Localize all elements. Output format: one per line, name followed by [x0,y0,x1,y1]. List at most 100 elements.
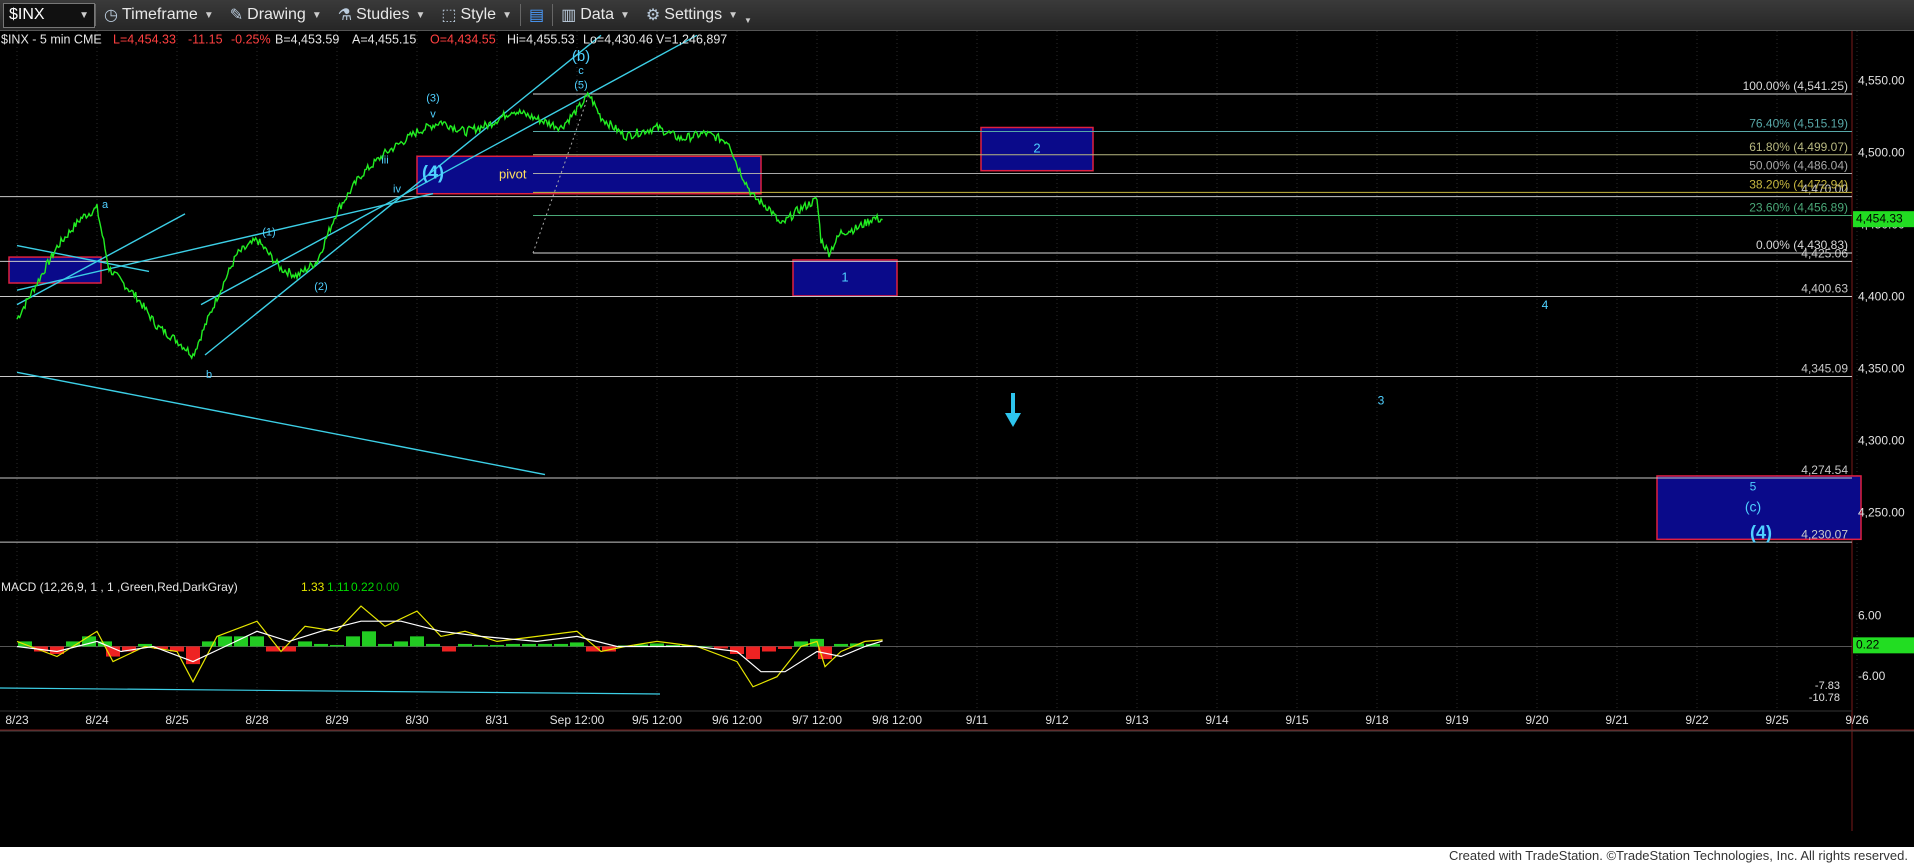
fib-level-label: 76.40% (4,515.19) [1749,117,1848,131]
time-tick-label: 9/8 12:00 [872,713,922,727]
header-last: L=4,454.33 [113,32,176,46]
wave-label: iv [393,183,401,195]
header-symbol-label: $INX - 5 min CME [1,32,102,46]
style-menu[interactable]: ⬚ Style ▼ [433,0,520,31]
header-change-pct: -0.25% [231,32,271,46]
time-tick-label: 8/29 [325,713,349,727]
macd-diff-value: 0.22 [351,580,375,594]
time-tick-label: Sep 12:00 [550,713,605,727]
wave-label: 5 [1750,480,1757,494]
macd-histogram-bar [474,644,488,647]
macd-histogram-bar [442,646,456,652]
fib-level-label: 100.00% (4,541.25) [1743,79,1848,93]
footer-credit: Created with TradeStation. ©TradeStation… [0,847,1914,865]
header-bid: B=4,453.59 [275,32,339,46]
horizontal-level-label: 4,400.63 [1801,282,1848,296]
macd-histogram-bar [426,643,440,647]
chart-area[interactable]: pivot21 4,470.004,425.064,400.634,345.09… [0,31,1914,847]
macd-histogram-bar [762,646,776,652]
chevron-down-small-icon: ▼ [743,15,752,25]
flask-icon: ⚗ [337,7,353,24]
wave-label: iii [381,155,388,167]
macd-histogram-bar [714,646,728,649]
macd-histogram-bar [346,636,360,647]
header-change: -11.15 [188,32,223,46]
wave-label: (1) [262,227,275,239]
zone-label: 1 [841,269,848,284]
wave-label: (2) [314,281,327,293]
macd-header: MACD (12,26,9, 1 , 1 ,Green,Red,DarkGray… [1,580,400,594]
zone-label: 2 [1033,141,1040,156]
horizontal-level-label: 4,230.07 [1801,527,1848,541]
chevron-down-icon: ▼ [620,9,630,21]
macd-level-label: -7.83 [1815,680,1840,692]
chevron-down-icon: ▼ [203,9,214,21]
drawing-menu[interactable]: ✎ Drawing ▼ [222,0,330,31]
time-tick-label: 9/19 [1445,713,1469,727]
chevron-down-icon: ▼ [79,9,89,21]
macd-current-label: 0.22 [1856,638,1880,652]
symbol-selector[interactable]: $INX ▼ [3,2,95,28]
price-tick-label: 4,500.00 [1858,146,1905,160]
time-tick-label: 9/13 [1125,713,1149,727]
macd-histogram-bar [298,641,312,647]
bar-chart-icon: ▥ [561,7,577,24]
price-tick-label: 4,550.00 [1858,74,1905,88]
macd-histogram-bar [730,646,744,655]
header-high: Hi=4,455.53 [507,32,575,46]
fib-level-label: 0.00% (4,430.83) [1756,238,1848,252]
time-tick-label: 9/7 12:00 [792,713,842,727]
macd-zero-value: 0.00 [376,580,400,594]
time-tick-label: 9/14 [1205,713,1229,727]
studies-menu[interactable]: ⚗ Studies ▼ [330,0,434,31]
wave-label: b [206,369,212,381]
macd-tick-label: 6.00 [1858,608,1882,622]
wave-label: v [430,108,436,120]
studies-label: Studies [356,6,410,23]
time-tick-label: 9/25 [1765,713,1789,727]
time-tick-label: 9/26 [1845,713,1869,727]
macd-histogram-bar [410,636,424,647]
wave-label: (c) [1745,498,1761,514]
fib-level-label: 23.60% (4,456.89) [1749,201,1848,215]
wave-label: (4) [1750,522,1772,542]
macd-histogram-bar [522,643,536,647]
settings-label: Settings [664,6,723,23]
zone-label: pivot [499,166,527,181]
wave-label: (3) [426,93,439,105]
macd-histogram-bar [250,636,264,647]
data-menu[interactable]: ▥ Data ▼ [553,0,638,31]
macd-histogram-bar [554,643,568,647]
layout-icon: ▤ [528,7,545,24]
macd-value: 1.33 [301,580,325,594]
last-price-label: 4,454.33 [1856,211,1903,225]
macd-histogram-bar [394,641,408,647]
settings-menu[interactable]: ⚙ Settings ▼ ▼ [638,0,760,31]
macd-histogram-bar [330,644,344,647]
time-tick-label: 8/28 [245,713,269,727]
macd-histogram-bar [362,631,376,647]
macd-label: MACD (12,26,9, 1 , 1 ,Green,Red,DarkGray… [1,580,238,594]
time-tick-label: 9/21 [1605,713,1629,727]
macd-histogram-bar [778,646,792,649]
symbol-value: $INX [9,6,45,23]
macd-histogram-bar [834,643,848,647]
time-tick-label: 8/25 [165,713,189,727]
data-label: Data [580,6,615,23]
header-ask: A=4,455.15 [352,32,416,46]
macd-histogram-bar [506,643,520,647]
time-tick-label: 9/6 12:00 [712,713,762,727]
header-low: Lo=4,430.46 [583,32,653,46]
macd-histogram-bar [314,643,328,647]
chevron-down-icon: ▼ [415,9,426,21]
layout-button[interactable]: ▤ [521,0,552,31]
style-icon: ⬚ [441,7,457,24]
macd-histogram-bar [378,643,392,647]
wave-label: 4 [1542,298,1549,312]
price-tick-label: 4,350.00 [1858,362,1905,376]
timeframe-menu[interactable]: ◷ Timeframe ▼ [96,0,222,31]
style-label: Style [460,6,497,23]
time-tick-label: 8/23 [5,713,29,727]
header-open: O=4,434.55 [430,32,496,46]
wave-label: a [102,199,109,211]
